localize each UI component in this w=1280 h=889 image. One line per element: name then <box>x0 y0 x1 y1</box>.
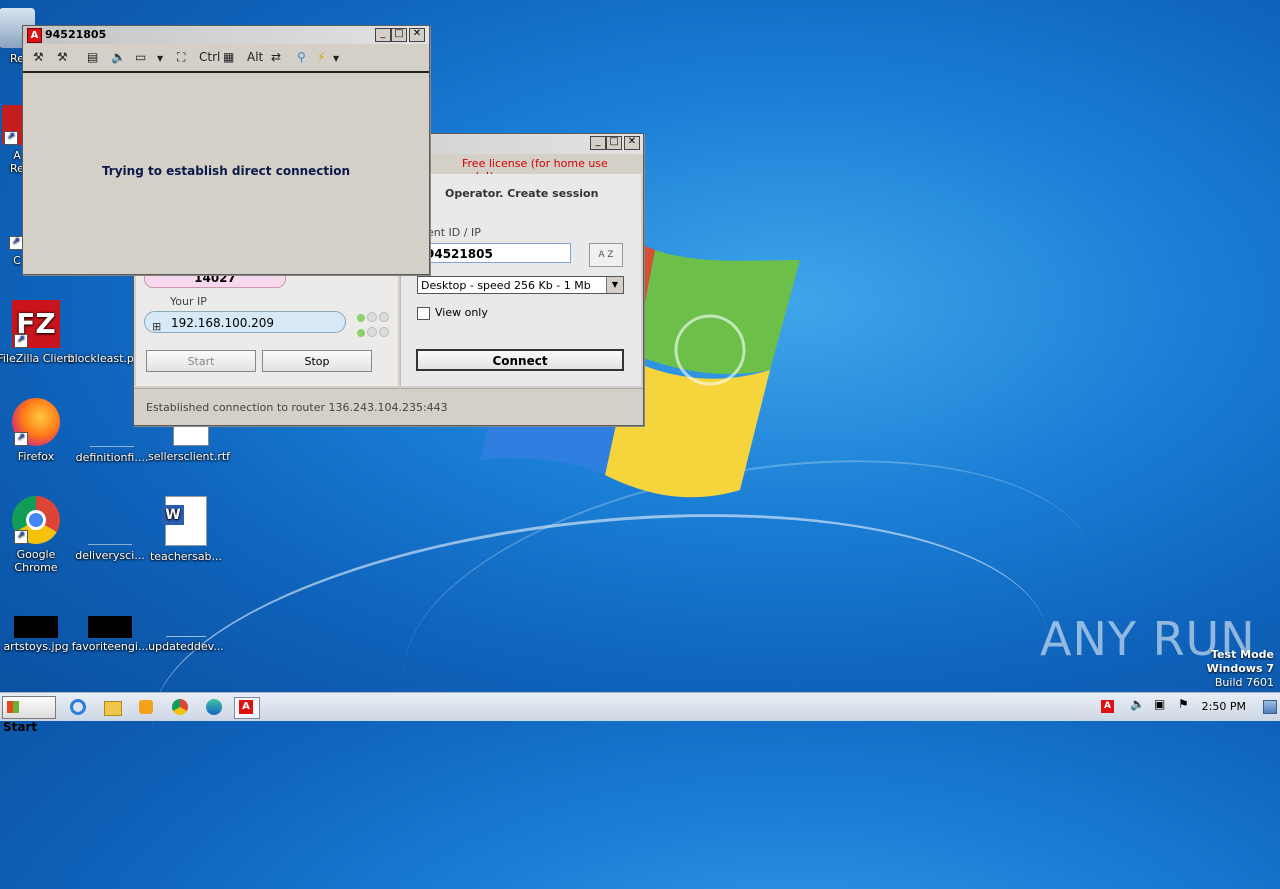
operator-title: Operator. Create session <box>445 187 599 200</box>
explorer-icon[interactable] <box>102 697 124 717</box>
ammyy-app-icon: A <box>27 28 42 43</box>
chat-icon[interactable]: ▤ <box>87 50 98 64</box>
your-ip-value: 192.168.100.209 <box>171 316 275 330</box>
your-ip-field: ⊞ 192.168.100.209 <box>144 311 346 333</box>
desktop-icon-teachersab[interactable]: W teachersab... <box>146 496 226 563</box>
chevron-down-icon[interactable]: ▼ <box>157 54 163 63</box>
action-center-flag-icon[interactable]: ⚑ <box>1178 697 1200 717</box>
edge-icon[interactable] <box>204 697 226 717</box>
desktop-icon-label: favoriteengi... <box>71 640 149 653</box>
ammyy-tray-icon[interactable]: A <box>1098 697 1120 717</box>
ie-icon[interactable] <box>68 697 90 717</box>
ctrl-alt-del-icon[interactable]: ▦ <box>223 50 234 64</box>
close-button[interactable]: ✕ <box>624 136 640 150</box>
desktop-icon-label: Google Chrome <box>14 548 58 574</box>
taskbar: Start A A 🔈 ▣ ⚑ 2:50 PM <box>0 692 1280 734</box>
desktop-icon-deliverysci[interactable]: deliverysci... <box>70 496 150 562</box>
desktop-icon-chrome[interactable]: ↗ Google Chrome <box>0 496 76 574</box>
desktop-icon-artstoys[interactable]: artstoys.jpg <box>0 594 76 653</box>
desktop-icon-favoriteengi[interactable]: favoriteengi... <box>70 594 150 653</box>
speed-select-value: Desktop - speed 256 Kb - 1 Mb <box>421 279 591 292</box>
fullscreen-icon[interactable]: ⛶ <box>177 50 185 65</box>
desktop-icon-label: Firefox <box>17 450 55 463</box>
start-button[interactable]: Start <box>2 696 56 734</box>
show-desktop-button[interactable] <box>1262 697 1277 717</box>
viewer-title: 94521805 <box>45 28 107 41</box>
connect-button[interactable]: Connect <box>416 349 624 371</box>
start-label: Start <box>3 720 38 734</box>
windows-flag-icon <box>7 701 19 713</box>
address-book-button[interactable]: A Z <box>589 243 623 267</box>
lightning-icon[interactable]: ⚡ <box>317 50 325 64</box>
close-button[interactable]: ✕ <box>409 28 425 42</box>
test-mode-label: Test Mode Windows 7 Build 7601 <box>1207 648 1274 690</box>
alt-button[interactable]: Alt <box>247 50 263 64</box>
client-id-input[interactable]: 94521805 <box>421 243 571 263</box>
remote-viewer-window: A 94521805 _ □ ✕ ⚒ ⚒ ▤ 🔈 ▭ ▼ ⛶ Ctrl ▦ Al… <box>22 25 430 275</box>
shortcut-arrow-icon: ↗ <box>4 131 18 145</box>
shortcut-arrow-icon: ↗ <box>14 334 28 348</box>
monitor-icon[interactable]: ▭ <box>135 50 146 64</box>
desktop-icon-label: updateddev... <box>148 640 224 653</box>
ctrl-button[interactable]: Ctrl <box>199 50 220 64</box>
desktop-icon-label: deliverysci... <box>75 549 145 562</box>
test-mode-line2: Windows 7 <box>1206 662 1274 675</box>
desktop-icon-label: artstoys.jpg <box>3 640 69 653</box>
speaker-icon[interactable]: 🔈 <box>1130 697 1152 717</box>
minimize-button[interactable]: _ <box>590 136 606 150</box>
network-icon: ⊞ <box>152 320 162 333</box>
stop-button[interactable]: Stop <box>262 350 372 372</box>
client-id-label: ent ID / IP <box>427 226 481 239</box>
operator-pane: Operator. Create session ent ID / IP 945… <box>400 174 641 386</box>
chrome-icon[interactable] <box>170 697 192 717</box>
shortcut-arrow-icon: ↗ <box>9 236 23 250</box>
refresh-icon[interactable]: ⇄ <box>271 50 281 64</box>
status-indicator-dots <box>356 311 390 341</box>
speed-select[interactable]: Desktop - speed 256 Kb - 1 Mb ▼ <box>417 276 624 294</box>
view-only-checkbox[interactable] <box>417 307 430 320</box>
settings-icon[interactable]: ⚒ <box>57 50 68 64</box>
start-button[interactable]: Start <box>146 350 256 372</box>
maximize-button[interactable]: □ <box>391 28 407 42</box>
chevron-down-icon[interactable]: ▼ <box>333 54 339 63</box>
status-text: Established connection to router 136.243… <box>146 401 448 414</box>
maximize-button[interactable]: □ <box>606 136 622 150</box>
speaker-icon[interactable]: 🔈 <box>111 50 126 64</box>
desktop-icon-updateddev[interactable]: updateddev... <box>146 594 226 653</box>
shortcut-arrow-icon: ↗ <box>14 530 28 544</box>
minimize-button[interactable]: _ <box>375 28 391 42</box>
media-player-icon[interactable] <box>136 697 158 717</box>
desktop-icon-label: definitionfi.... <box>75 451 149 464</box>
chevron-down-icon[interactable]: ▼ <box>606 277 623 293</box>
desktop-icon-firefox[interactable]: ↗ Firefox <box>0 398 76 463</box>
wand-icon[interactable]: ⚲ <box>297 50 306 64</box>
desktop-icon-label: C <box>13 254 21 267</box>
desktop-icon-label: teachersab... <box>149 550 223 563</box>
view-only-label: View only <box>435 306 488 319</box>
desktop-icon-label: FileZilla Client <box>0 352 75 365</box>
desktop-icon-label: sellersclient.rtf <box>148 450 231 463</box>
desktop-icon-filezilla[interactable]: FZ ↗ FileZilla Client <box>0 300 76 365</box>
clock[interactable]: 2:50 PM <box>1202 700 1246 713</box>
test-mode-line3: Build 7601 <box>1214 676 1274 689</box>
file-manager-icon[interactable]: ⚒ <box>33 50 44 64</box>
shortcut-arrow-icon: ↗ <box>14 432 28 446</box>
ammyy-taskbar-icon[interactable]: A <box>234 697 260 719</box>
viewer-title-bar[interactable]: A 94521805 _ □ ✕ <box>23 26 429 44</box>
network-icon[interactable]: ▣ <box>1154 697 1176 717</box>
your-ip-label: Your IP <box>170 295 207 308</box>
test-mode-line1: Test Mode <box>1211 648 1274 661</box>
viewer-toolbar: ⚒ ⚒ ▤ 🔈 ▭ ▼ ⛶ Ctrl ▦ Alt ⇄ ⚲ ⚡ ▼ <box>23 45 429 73</box>
connection-message: Trying to establish direct connection <box>101 164 351 178</box>
